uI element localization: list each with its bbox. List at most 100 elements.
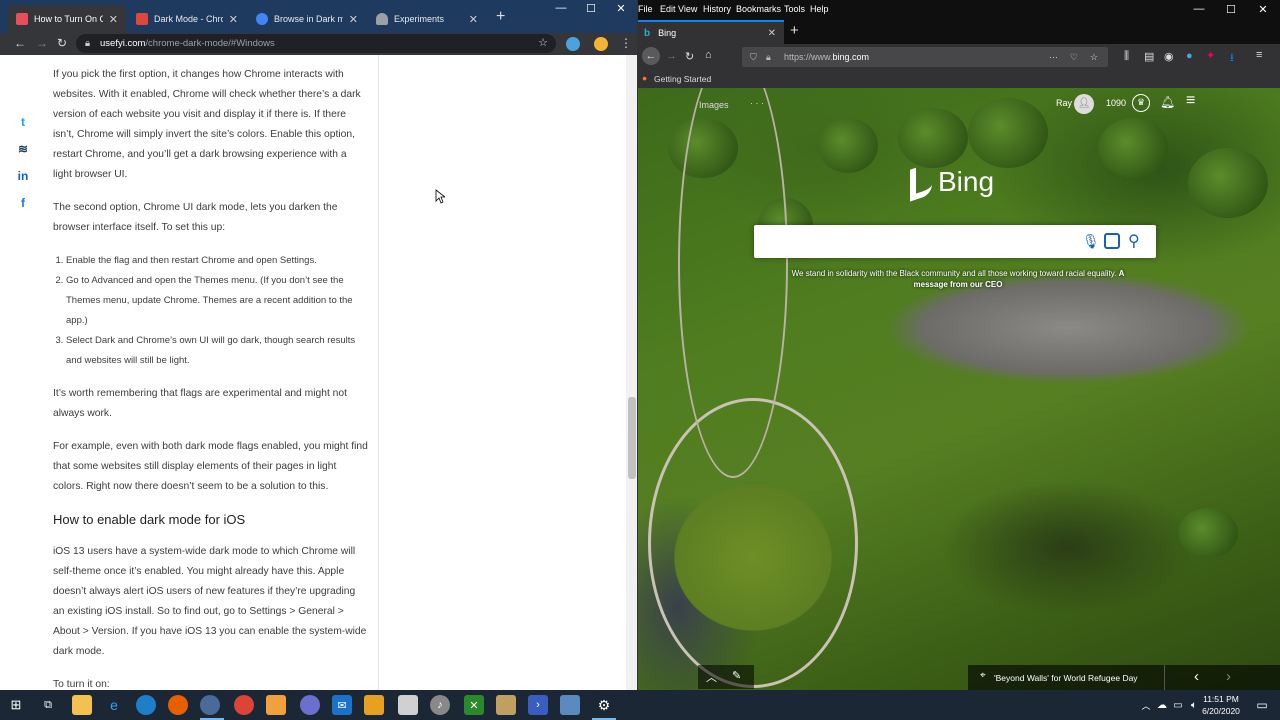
- hamburger-menu-icon[interactable]: ≡: [1186, 92, 1195, 110]
- back-arrow-icon[interactable]: ←: [642, 47, 660, 65]
- minimize-icon[interactable]: —: [546, 2, 576, 14]
- menu-tools[interactable]: Tools: [784, 4, 805, 14]
- close-tab-icon[interactable]: ✕: [349, 13, 358, 26]
- next-image-button[interactable]: ›: [1226, 668, 1231, 685]
- powershell-icon[interactable]: ›: [528, 695, 548, 715]
- new-tab-button[interactable]: +: [496, 8, 505, 26]
- chrome-icon[interactable]: [234, 695, 254, 715]
- tab-bing[interactable]: b Bing ✕: [638, 20, 784, 44]
- home-icon[interactable]: ⌂: [705, 49, 712, 61]
- close-tab-icon[interactable]: ✕: [469, 13, 478, 26]
- tab-how-to-turn-on-chrome[interactable]: How to Turn On Chro ✕: [8, 5, 126, 33]
- tab-title: Experiments: [394, 14, 445, 24]
- images-link[interactable]: Images: [699, 100, 729, 110]
- close-tab-icon[interactable]: ✕: [768, 28, 776, 39]
- bing-favicon-icon: b: [644, 27, 651, 39]
- sidebar-icon[interactable]: ▤: [1144, 50, 1154, 63]
- paint-icon[interactable]: [266, 695, 286, 715]
- menu-history[interactable]: History: [703, 4, 731, 14]
- facebook-icon[interactable]: f: [8, 189, 38, 216]
- bookmark-star-icon[interactable]: ☆: [538, 34, 548, 53]
- app-icon[interactable]: [300, 695, 320, 715]
- reload-icon[interactable]: ↻: [685, 50, 694, 63]
- edge-icon[interactable]: [136, 695, 156, 715]
- scrollbar-thumb[interactable]: [628, 397, 636, 479]
- music-icon[interactable]: ♪: [430, 695, 450, 715]
- task-view-icon[interactable]: ⧉: [38, 695, 58, 715]
- app-icon[interactable]: [496, 695, 516, 715]
- microphone-icon[interactable]: 🎙︎: [1082, 233, 1100, 250]
- new-tab-button[interactable]: +: [790, 22, 799, 39]
- tab-browse-in-dark-mode[interactable]: Browse in Dark mode ✕: [248, 5, 366, 33]
- rewards-points[interactable]: 1090: [1106, 98, 1126, 108]
- edge-legacy-icon[interactable]: e: [104, 695, 124, 715]
- store-icon[interactable]: [364, 695, 384, 715]
- close-tab-icon[interactable]: ✕: [109, 13, 118, 26]
- extension-icon[interactable]: ✦: [1206, 49, 1215, 62]
- mail-icon[interactable]: ✉: [332, 695, 352, 715]
- chevron-up-icon[interactable]: ︿: [706, 669, 717, 685]
- avatar[interactable]: 👤︎: [1074, 94, 1094, 114]
- user-name[interactable]: Ray: [1056, 98, 1072, 108]
- bookmark-getting-started[interactable]: Getting Started: [654, 74, 711, 84]
- firefox-icon[interactable]: [168, 695, 188, 715]
- tab-dark-mode-chrome[interactable]: Dark Mode - Chrome ✕: [128, 5, 246, 33]
- lock-icon: 🔒︎: [85, 38, 91, 49]
- bookmark-star-icon[interactable]: ☆: [1090, 47, 1098, 67]
- tab-experiments[interactable]: Experiments ✕: [368, 5, 486, 33]
- back-arrow-icon[interactable]: ←: [14, 36, 26, 50]
- menu-edit[interactable]: Edit: [660, 4, 676, 14]
- page-actions-icon[interactable]: ···: [1049, 47, 1058, 67]
- extension-icon[interactable]: [566, 37, 580, 51]
- buffer-icon[interactable]: ≋: [8, 135, 38, 162]
- menu-help[interactable]: Help: [810, 4, 829, 14]
- windows-start-icon[interactable]: ⊞: [6, 695, 26, 715]
- menu-view[interactable]: View: [678, 4, 697, 14]
- excel-icon[interactable]: ✕: [464, 695, 484, 715]
- address-bar[interactable]: 🔒︎ usefyi.com/chrome-dark-mode/#Windows …: [76, 34, 556, 53]
- address-bar[interactable]: ⛉ 🔒︎ https://www.bing.com ··· ♡ ☆: [742, 47, 1108, 67]
- image-caption[interactable]: 'Beyond Walls' for World Refugee Day: [994, 673, 1138, 683]
- system-clock[interactable]: 11:51 PM 6/20/2020: [1196, 693, 1246, 717]
- settings-gear-icon[interactable]: ⚙: [594, 695, 614, 715]
- more-menu[interactable]: · · ·: [750, 98, 764, 108]
- twitter-icon[interactable]: t: [8, 108, 38, 135]
- chrome-dark-icon[interactable]: [200, 695, 220, 715]
- rewards-trophy-icon[interactable]: ♛: [1132, 94, 1150, 112]
- previous-image-button[interactable]: ‹: [1194, 668, 1199, 685]
- menu-file[interactable]: File: [638, 4, 653, 14]
- account-icon[interactable]: ◉: [1164, 50, 1174, 63]
- search-box[interactable]: 🎙︎ ⚲: [754, 225, 1156, 258]
- hamburger-menu-icon[interactable]: ≡: [1256, 49, 1262, 61]
- close-tab-icon[interactable]: ✕: [229, 13, 238, 26]
- extension-icon[interactable]: ●: [1186, 50, 1193, 62]
- chrome-menu-icon[interactable]: ⋮: [620, 36, 632, 50]
- forward-arrow-icon[interactable]: →: [666, 50, 677, 62]
- edit-pencil-icon[interactable]: ✎: [732, 669, 741, 682]
- file-explorer-icon[interactable]: [72, 695, 92, 715]
- close-window-icon[interactable]: ✕: [1248, 3, 1278, 16]
- notification-bell-icon[interactable]: 🔔︎: [1160, 95, 1175, 109]
- maximize-icon[interactable]: ☐: [576, 2, 606, 15]
- linkedin-icon[interactable]: in: [8, 162, 38, 189]
- app-icon[interactable]: [560, 695, 580, 715]
- menu-bookmarks[interactable]: Bookmarks: [736, 4, 781, 14]
- url-host: bing.com: [832, 52, 870, 62]
- maximize-icon[interactable]: ☐: [1216, 3, 1246, 16]
- close-window-icon[interactable]: ✕: [606, 2, 636, 15]
- forward-arrow-icon[interactable]: →: [36, 36, 48, 50]
- page-scrollbar[interactable]: [626, 55, 637, 690]
- minimize-icon[interactable]: —: [1184, 3, 1214, 15]
- pocket-icon[interactable]: ♡: [1070, 47, 1078, 67]
- search-input[interactable]: [762, 231, 1062, 251]
- usefyi-favicon-icon: [16, 13, 28, 25]
- visual-search-icon[interactable]: [1104, 233, 1120, 249]
- reload-icon[interactable]: ↻: [57, 36, 67, 50]
- video-editor-icon[interactable]: [398, 695, 418, 715]
- library-icon[interactable]: ⫼: [1124, 50, 1129, 63]
- profile-avatar-icon[interactable]: [594, 37, 608, 51]
- search-icon[interactable]: ⚲: [1128, 231, 1140, 251]
- download-icon[interactable]: ⭳: [1230, 49, 1234, 68]
- notifications-icon[interactable]: ▭: [1252, 695, 1272, 715]
- solidarity-message: We stand in solidarity with the Black co…: [788, 268, 1128, 290]
